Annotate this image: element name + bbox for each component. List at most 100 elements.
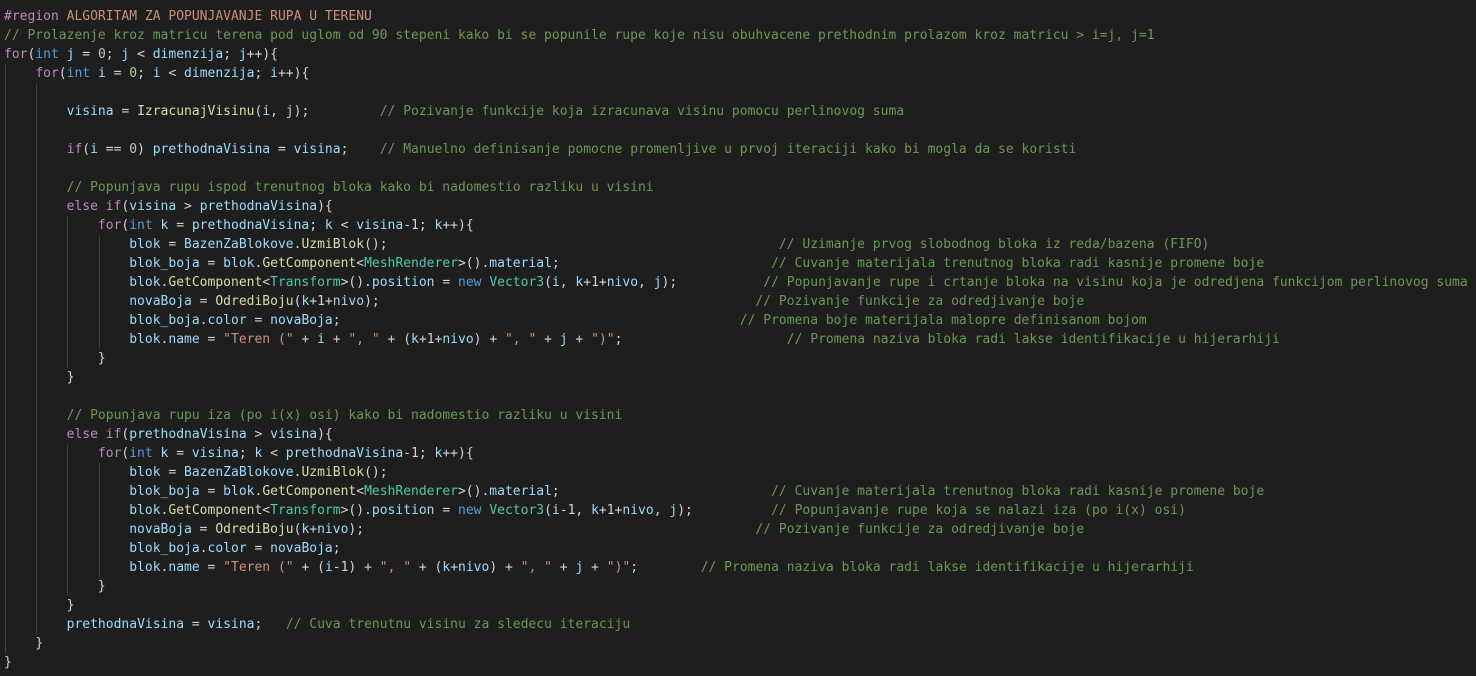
code-line[interactable]: // Popunjava rupu ispod trenutnog bloka … [4, 178, 1468, 197]
code-token-op: = [270, 142, 294, 157]
code-token-var: novaBoja [129, 294, 192, 309]
code-token-var: BazenZaBlokove [184, 237, 294, 252]
code-token-var: visina [129, 199, 177, 214]
code-token-kw: int [129, 446, 153, 461]
indent-guide [36, 482, 38, 501]
code-line[interactable]: // Prolazenje kroz matricu terena pod ug… [4, 26, 1468, 45]
code-line[interactable]: blok = BazenZaBlokove.UzmiBlok(); [4, 463, 1468, 482]
code-line[interactable]: blok_boja = blok.GetComponent<MeshRender… [4, 482, 1468, 501]
code-content[interactable]: #region ALGORITAM ZA POPUNJAVANJE RUPA U… [4, 7, 1468, 672]
code-token-op: ++){ [442, 446, 474, 461]
code-token-op: } [66, 598, 75, 613]
code-token-var: visina [207, 617, 255, 632]
code-line[interactable]: // Popunjava rupu iza (po i(x) osi) kako… [4, 406, 1468, 425]
code-token-cmt: // Cuvanje materijala trenutnog bloka ra… [771, 484, 1265, 499]
code-token-op: +1+ [598, 503, 623, 518]
code-line[interactable]: blok_boja.color = novaBoja; [4, 539, 1468, 558]
code-token-var: j [285, 104, 294, 119]
code-token-op: ; [340, 142, 380, 157]
code-line[interactable]: blok.name = "Teren (" + (i-1) + ", " + (… [4, 558, 1468, 577]
code-token-op: + [293, 332, 318, 347]
code-line[interactable]: } [4, 634, 1468, 653]
code-line[interactable]: } [4, 653, 1468, 672]
code-token-var: nivo [442, 332, 474, 347]
code-token-var: position [371, 275, 435, 290]
code-token-var: color [207, 313, 247, 328]
code-line[interactable]: for(int j = 0; j < dimenzija; j++){ [4, 45, 1468, 64]
code-token-op: + ( [411, 560, 443, 575]
code-line[interactable]: blok_boja.color = novaBoja; // Promena b… [4, 311, 1468, 330]
code-token-str: "Teren (" [223, 560, 294, 575]
code-token-op: ; [137, 66, 153, 81]
code-token-cmt: // Promena naziva bloka radi lakse ident… [700, 560, 1194, 575]
indent-guide [98, 273, 100, 292]
indentation [4, 446, 98, 461]
code-line[interactable]: else if(prethodnaVisina > visina){ [4, 425, 1468, 444]
indentation [4, 351, 98, 366]
code-token-op: ; [332, 541, 341, 556]
code-line[interactable]: else if(visina > prethodnaVisina){ [4, 197, 1468, 216]
indent-guide [67, 482, 69, 501]
code-token-op: = [246, 541, 271, 556]
indent-guide [67, 330, 69, 349]
code-token-op: = [199, 332, 224, 347]
code-token-cmt: // Prolazenje kroz matricu terena pod ug… [4, 28, 1155, 43]
indent-guide [67, 539, 69, 558]
code-line[interactable] [4, 83, 1468, 102]
code-line[interactable]: if(i == 0) prethodnaVisina = visina; // … [4, 140, 1468, 159]
code-token-op: ) + [489, 560, 521, 575]
code-token-fn: OdrediBoju [215, 522, 294, 537]
code-token-var: material [489, 484, 552, 499]
indent-guide [5, 615, 6, 634]
code-token-ctl: for [35, 66, 59, 81]
code-line[interactable]: } [4, 577, 1468, 596]
indentation [4, 636, 35, 651]
code-token-ctl: if [66, 142, 83, 157]
code-line[interactable]: } [4, 368, 1468, 387]
code-line[interactable]: novaBoja = OdrediBoju(k+1+nivo); // Pozi… [4, 292, 1468, 311]
code-token-op: ( [58, 66, 67, 81]
code-line[interactable]: blok = BazenZaBlokove.UzmiBlok(); // Uzi… [4, 235, 1468, 254]
code-line[interactable]: blok.GetComponent<Transform>().position … [4, 273, 1468, 292]
indent-guide [36, 197, 38, 216]
code-token-op: -1; [403, 446, 435, 461]
code-line[interactable]: blok_boja = blok.GetComponent<MeshRender… [4, 254, 1468, 273]
code-line[interactable]: blok.name = "Teren (" + i + ", " + (k+1+… [4, 330, 1468, 349]
code-line[interactable] [4, 387, 1468, 406]
code-token-var: nivo [458, 560, 490, 575]
code-token-type: Vector3 [489, 275, 545, 290]
code-token-op: ; [551, 256, 772, 271]
code-line[interactable]: for(int k = prethodnaVisina; k < visina-… [4, 216, 1468, 235]
code-token-var: k [442, 560, 451, 575]
code-line[interactable]: for(int i = 0; i < dimenzija; i++){ [4, 64, 1468, 83]
code-token-var: j [238, 47, 247, 62]
code-line[interactable]: } [4, 596, 1468, 615]
code-token-op: = [168, 218, 192, 233]
code-token-op: + [536, 332, 560, 347]
code-token-var: i [262, 104, 271, 119]
code-line[interactable]: blok.GetComponent<Transform>().position … [4, 501, 1468, 520]
code-token-op: -1; [403, 218, 435, 233]
code-token-cmt: // Popunjavanje rupe koja se nalazi iza … [771, 503, 1186, 518]
code-token-op: = [160, 237, 185, 252]
code-token-op: ; [254, 66, 271, 81]
code-line[interactable] [4, 159, 1468, 178]
code-line[interactable]: visina = IzracunajVisinu(i, j); // Poziv… [4, 102, 1468, 121]
code-line[interactable]: for(int k = visina; k < prethodnaVisina-… [4, 444, 1468, 463]
code-editor[interactable]: #region ALGORITAM ZA POPUNJAVANJE RUPA U… [0, 0, 1476, 676]
code-line[interactable]: } [4, 349, 1468, 368]
code-token-cmt: // Pozivanje funkcije koja izracunava vi… [379, 104, 905, 119]
code-token-fn: UzmiBlok [301, 465, 365, 480]
code-token-kw: int [129, 218, 153, 233]
code-line[interactable] [4, 121, 1468, 140]
code-token-fn: OdrediBoju [215, 294, 294, 309]
code-token-var: blok [129, 503, 161, 518]
indent-guide [67, 235, 69, 254]
code-token-op: , [270, 104, 286, 119]
indent-guide [36, 235, 38, 254]
code-line[interactable]: #region ALGORITAM ZA POPUNJAVANJE RUPA U… [4, 7, 1468, 26]
code-line[interactable]: novaBoja = OdrediBoju(k+nivo); // Poziva… [4, 520, 1468, 539]
code-line[interactable]: prethodnaVisina = visina; // Cuva trenut… [4, 615, 1468, 634]
indent-guide [98, 558, 100, 577]
code-token-cmt: // Uzimanje prvog slobodnog bloka iz red… [778, 237, 1210, 252]
